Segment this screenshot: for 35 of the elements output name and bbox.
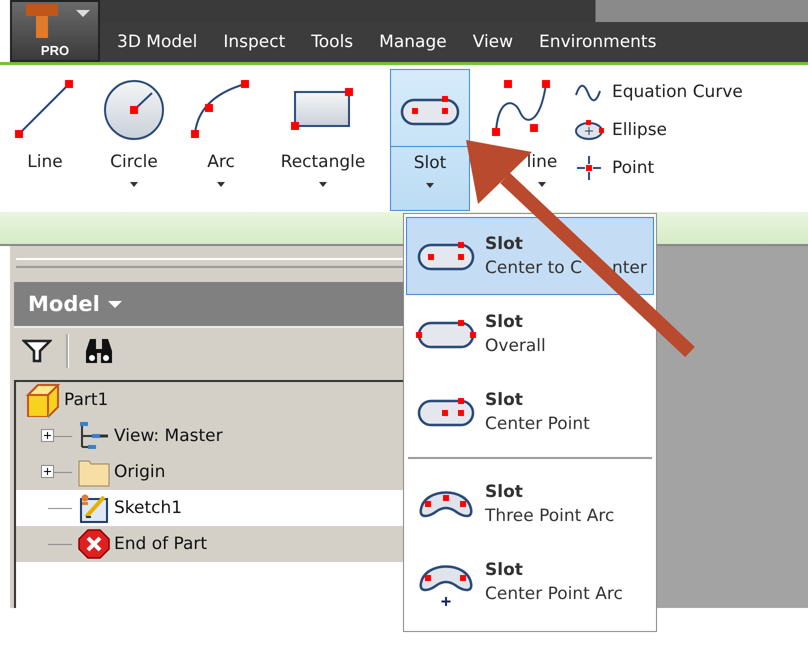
point-tool-button[interactable]: Point	[574, 153, 743, 183]
slot-tool-button[interactable]: Slot	[390, 69, 470, 211]
equation-tool-button[interactable]: Equation Curve	[574, 77, 743, 107]
ribbon-tab[interactable]: Manage	[366, 32, 460, 52]
menu-item[interactable]: Slot Overall	[406, 295, 654, 373]
circle-tool-button[interactable]: Circle	[94, 69, 174, 211]
binoculars-icon[interactable]	[83, 337, 115, 365]
menu-item-title: Slot	[485, 560, 524, 580]
rectangle-tool-button[interactable]: Rectangle	[268, 69, 378, 211]
model-dropdown[interactable]: Model	[14, 292, 136, 316]
menu-item-title: Slot	[485, 234, 524, 254]
menu-item-subtitle: Overall	[485, 336, 546, 356]
ellipse-tool-button[interactable]: Ellipse	[574, 115, 743, 145]
expand-icon[interactable]	[41, 465, 54, 478]
caret-icon	[76, 10, 90, 17]
line-tool-button[interactable]: Line	[8, 69, 82, 211]
ribbon-tab[interactable]: 3D Model	[104, 32, 210, 52]
expand-icon[interactable]	[41, 429, 54, 442]
view-representation-icon	[78, 421, 110, 451]
menu-item-subtitle: Center Point Arc	[485, 584, 623, 604]
cube-icon	[26, 383, 60, 417]
filter-icon[interactable]	[22, 338, 52, 364]
stop-icon	[78, 529, 110, 559]
app-menu-button[interactable]: PRO	[10, 0, 100, 62]
menu-item-subtitle: Center to C	[485, 258, 582, 278]
sketch-icon	[78, 493, 110, 523]
menu-item[interactable]: Slot Center to C nter	[406, 217, 654, 295]
circle-icon	[102, 78, 166, 142]
ribbon-tab[interactable]: Tools	[298, 32, 366, 52]
arc-tool-button[interactable]: Arc	[186, 69, 256, 211]
menu-item-title: Slot	[485, 312, 524, 332]
ribbon-tab[interactable]: View	[460, 32, 526, 52]
ribbon-tab[interactable]: Environments	[526, 32, 670, 52]
menu-item-subtitle: nter	[612, 258, 647, 278]
ribbon-tab[interactable]: Inspect	[210, 32, 298, 52]
